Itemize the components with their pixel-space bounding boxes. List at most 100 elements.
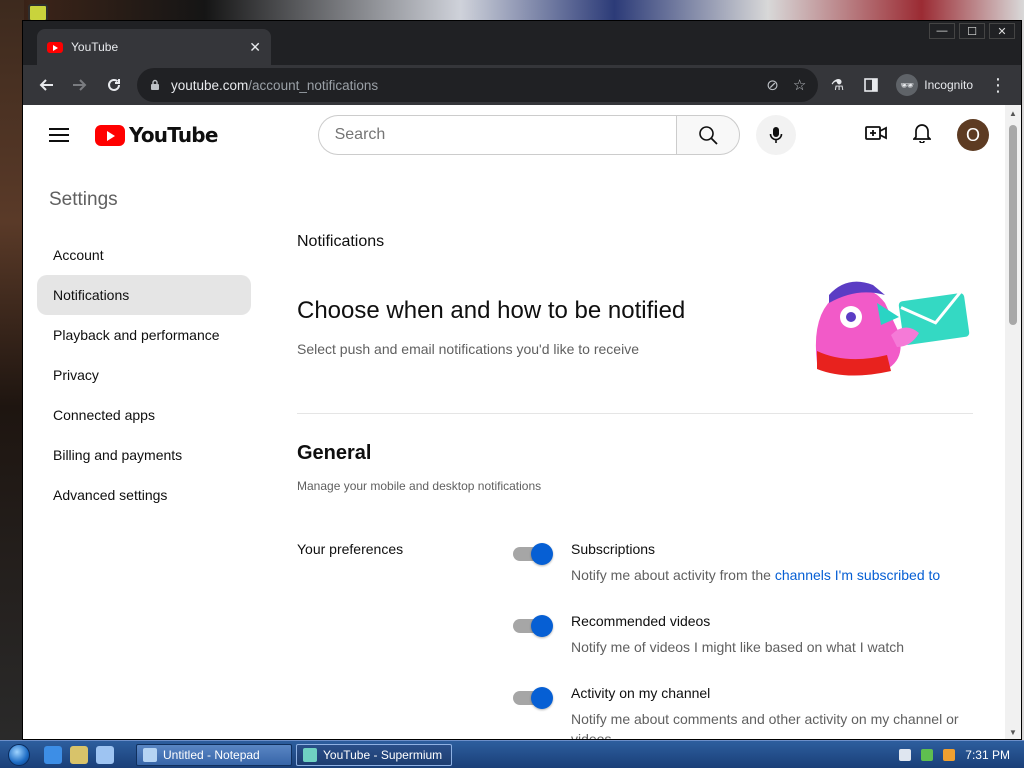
back-button[interactable] [31,70,61,100]
sidebar-item-playback[interactable]: Playback and performance [37,315,251,355]
forward-arrow-icon [73,79,87,91]
sidebar-item-advanced[interactable]: Advanced settings [37,475,251,515]
bell-icon [911,124,933,144]
side-panel-icon[interactable] [856,70,886,100]
page-scrollbar[interactable]: ▲ ▼ [1005,105,1021,739]
pref-name: Subscriptions [571,541,656,557]
youtube-favicon-icon [47,41,63,53]
browser-menu-icon[interactable]: ⋮ [983,70,1013,100]
taskbar-item-notepad[interactable]: Untitled - Notepad [136,743,292,766]
settings-title: Settings [49,189,118,210]
browser-titlebar: YouTube ✕ — ☐ ✕ [23,21,1021,65]
settings-sidebar: Settings Account Notifications Playback … [23,165,263,515]
windows-orb-icon [8,743,30,766]
preferences-section: Your preferences Subscriptions Notify me… [297,541,973,739]
search-tray-icon[interactable] [943,748,956,761]
bookmark-star-icon[interactable]: ☆ [793,76,806,94]
section-divider [297,413,973,414]
search-input[interactable] [317,115,676,155]
scroll-down-icon[interactable]: ▼ [1009,728,1017,737]
incognito-label: Incognito [924,78,973,92]
youtube-logo-text: YouTube [129,123,218,147]
tab-title: YouTube [71,40,119,54]
search-icon [698,126,718,145]
account-avatar[interactable]: O [957,119,989,151]
tab-close-icon[interactable]: ✕ [249,39,261,56]
sidebar-item-billing[interactable]: Billing and payments [37,435,251,475]
network-icon[interactable] [921,748,934,761]
back-arrow-icon [39,79,53,91]
youtube-logo[interactable]: YouTube [95,123,218,147]
reload-icon [108,78,120,91]
clock[interactable]: 7:31 PM [965,748,1010,762]
microphone-icon [769,127,782,143]
url-path: /account_notifications [248,77,379,93]
voice-search-button[interactable] [755,115,796,155]
pref-desc-text: Notify me about activity from the [571,567,775,583]
general-section-subtitle: Manage your mobile and desktop notificat… [297,479,542,493]
page-heading: Notifications [297,233,385,250]
tracking-blocked-icon[interactable]: ⊘ [766,76,779,94]
internet-explorer-icon[interactable] [44,745,62,764]
search-button[interactable] [675,115,740,155]
desktop-left-strip [0,0,24,740]
lock-icon[interactable] [149,79,161,91]
quick-launch-app-icon[interactable] [70,745,88,764]
keyboard-icon[interactable] [899,748,912,761]
url-host: youtube.com [171,77,249,93]
pref-name: Recommended videos [571,613,711,629]
taskbar-item-label: YouTube - Supermium [323,747,443,762]
address-bar[interactable]: youtube.com/account_notifications ⊘ ☆ [137,68,819,102]
toggle-knob [531,615,553,637]
subscribed-channels-link[interactable]: channels I'm subscribed to [775,567,940,583]
sidebar-item-connected-apps[interactable]: Connected apps [37,395,251,435]
quick-launch [44,745,114,764]
search-box [317,115,740,155]
subscriptions-toggle[interactable] [513,543,553,565]
browser-toolbar: youtube.com/account_notifications ⊘ ☆ ⚗ … [23,65,1021,105]
create-video-icon [865,125,887,140]
address-bar-url[interactable]: youtube.com/account_notifications [171,78,752,93]
preferences-list: Subscriptions Notify me about activity f… [513,541,973,739]
labs-flask-icon[interactable]: ⚗ [822,70,852,100]
show-desktop-icon[interactable] [96,745,114,764]
general-section-title: General [297,442,372,464]
channel-activity-toggle[interactable] [513,687,553,709]
incognito-indicator[interactable]: 🕶 Incognito [896,74,973,96]
pref-channel-activity: Activity on my channel Notify me about c… [513,685,973,739]
maximize-button[interactable]: ☐ [959,23,985,39]
notifications-button[interactable] [911,122,933,148]
youtube-play-logo-icon [95,124,125,146]
pref-desc: Notify me of videos I might like based o… [571,639,905,655]
supermium-icon [303,747,317,762]
incognito-icon: 🕶 [896,74,919,96]
pref-subscriptions: Subscriptions Notify me about activity f… [513,541,973,585]
close-window-button[interactable]: ✕ [989,23,1015,39]
windows-taskbar: Untitled - Notepad YouTube - Supermium 7… [0,740,1024,768]
toggle-knob [531,543,553,565]
sidebar-item-account[interactable]: Account [37,235,251,275]
notification-bird-illustration [815,281,970,376]
minimize-button[interactable]: — [929,23,955,39]
start-button[interactable] [0,741,38,768]
taskbar-item-supermium[interactable]: YouTube - Supermium [296,743,452,766]
forward-button[interactable] [65,70,95,100]
taskbar-item-label: Untitled - Notepad [163,747,260,762]
create-video-button[interactable] [865,125,887,146]
youtube-header: YouTube O [23,105,1007,165]
sidebar-item-privacy[interactable]: Privacy [37,355,251,395]
recommended-videos-toggle[interactable] [513,615,553,637]
browser-tab[interactable]: YouTube ✕ [37,29,271,65]
reload-button[interactable] [99,70,129,100]
hamburger-menu-icon[interactable] [49,128,69,142]
header-actions: O [865,119,989,151]
preferences-label: Your preferences [297,541,404,557]
scrollbar-thumb[interactable] [1009,125,1017,325]
notifications-content: Notifications Choose when and how to be … [297,165,973,739]
pref-recommended-videos: Recommended videos Notify me of videos I… [513,613,973,657]
youtube-page: YouTube O Settings [23,105,1007,739]
scroll-up-icon[interactable]: ▲ [1009,109,1017,118]
system-tray: 7:31 PM [889,741,1024,768]
sidebar-item-notifications[interactable]: Notifications [37,275,251,315]
side-panel-glyph [864,78,879,92]
